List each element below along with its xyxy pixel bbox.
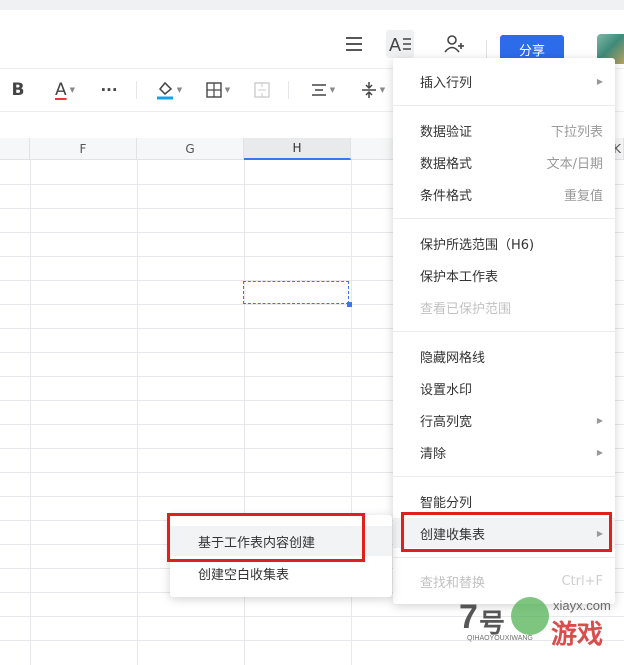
- chevron-down-icon: ▼: [69, 86, 76, 94]
- chevron-right-icon: ▶: [596, 76, 603, 86]
- column-header-g[interactable]: G: [137, 138, 244, 160]
- menu-item-row-col-size[interactable]: 行高列宽 ▶: [393, 405, 615, 435]
- menu-item-label: 插入行列: [420, 75, 473, 91]
- chevron-down-icon: ▼: [379, 86, 386, 94]
- column-header-f[interactable]: F: [30, 138, 137, 160]
- highlight-box-create-collection: [401, 512, 612, 552]
- menu-item-label: 保护本工作表: [420, 269, 499, 285]
- site-watermark: 7 号 xiayx.com 游戏 QIHAOYOUXIWANG: [455, 588, 615, 658]
- menu-item-label: 查看已保护范围: [420, 301, 512, 317]
- border-icon[interactable]: ▼: [201, 77, 235, 103]
- highlight-box-submenu-item: [167, 513, 365, 562]
- grid-vline: [137, 160, 138, 665]
- menu-separator: [393, 105, 615, 106]
- bold-icon[interactable]: B: [8, 77, 28, 103]
- watermark-number: 7: [459, 598, 478, 636]
- menu-item-protect-range[interactable]: 保护所选范围（H6): [393, 228, 615, 258]
- merge-cells-icon[interactable]: [252, 77, 272, 103]
- menu-item-conditional-format[interactable]: 条件格式 重复值: [393, 179, 615, 209]
- toolbar-separator: [288, 81, 289, 99]
- menu-separator: [393, 557, 615, 558]
- submenu-item-label: 创建空白收集表: [198, 567, 290, 583]
- menu-item-label: 条件格式: [420, 188, 473, 204]
- fill-handle[interactable]: [347, 302, 352, 307]
- watermark-logo-circle: [511, 597, 549, 635]
- selected-cell-h6[interactable]: [243, 281, 349, 304]
- menu-item-protect-sheet[interactable]: 保护本工作表: [393, 260, 615, 290]
- menu-item-label: 保护所选范围（H6): [420, 237, 535, 253]
- toolbar-separator: [136, 81, 137, 99]
- menu-separator: [393, 476, 615, 477]
- menu-item-hint: 重复值: [563, 188, 603, 204]
- more-icon[interactable]: ···: [98, 77, 120, 103]
- menu-item-watermark[interactable]: 设置水印: [393, 373, 615, 403]
- svg-text:A: A: [389, 35, 401, 54]
- text-format-icon[interactable]: A: [386, 30, 414, 58]
- font-color-icon[interactable]: A ▼: [48, 77, 82, 103]
- menu-item-hint: 文本/日期: [546, 156, 603, 172]
- chevron-down-icon: ▼: [176, 86, 183, 94]
- header-divider: [486, 40, 487, 58]
- add-user-icon[interactable]: [440, 30, 468, 58]
- menu-item-label: 行高列宽: [420, 414, 473, 430]
- watermark-site: xiayx.com: [553, 598, 611, 613]
- grid-vline: [30, 160, 31, 665]
- align-icon[interactable]: ▼: [306, 77, 340, 103]
- font-color-glyph: A: [54, 80, 67, 100]
- watermark-big: 游戏: [551, 620, 603, 650]
- menu-item-view-protected: 查看已保护范围: [393, 292, 615, 322]
- menu-item-label: 清除: [420, 446, 447, 462]
- menu-item-label: 隐藏网格线: [420, 350, 486, 366]
- menu-item-label: 数据格式: [420, 156, 473, 172]
- chevron-down-icon: ▼: [224, 86, 231, 94]
- column-header-partial: [0, 138, 30, 160]
- submenu-item-blank[interactable]: 创建空白收集表: [170, 558, 392, 588]
- menu-item-data-format[interactable]: 数据格式 文本/日期: [393, 147, 615, 177]
- chevron-right-icon: ▶: [596, 415, 603, 425]
- fill-color-icon[interactable]: ▼: [152, 77, 186, 103]
- menu-item-clear[interactable]: 清除 ▶: [393, 437, 615, 467]
- chevron-right-icon: ▶: [596, 447, 603, 457]
- menu-item-label: 设置水印: [420, 382, 473, 398]
- menu-item-shortcut: Ctrl+F: [561, 573, 603, 589]
- menu-item-hide-gridlines[interactable]: 隐藏网格线: [393, 341, 615, 371]
- menu-item-insert-row-col[interactable]: 插入行列 ▶: [393, 66, 615, 96]
- menu-icon[interactable]: [340, 30, 368, 58]
- watermark-pinyin: QIHAOYOUXIWANG: [467, 635, 533, 642]
- menu-separator: [393, 331, 615, 332]
- menu-item-hint: 下拉列表: [550, 124, 603, 140]
- menu-separator: [393, 218, 615, 219]
- browser-top-strip: [0, 0, 624, 10]
- chevron-down-icon: ▼: [329, 86, 336, 94]
- vertical-align-icon[interactable]: ▼: [356, 77, 390, 103]
- menu-item-label: 数据验证: [420, 124, 473, 140]
- menu-item-data-validation[interactable]: 数据验证 下拉列表: [393, 115, 615, 145]
- column-header-h[interactable]: H: [244, 138, 351, 160]
- menu-item-label: 智能分列: [420, 495, 473, 511]
